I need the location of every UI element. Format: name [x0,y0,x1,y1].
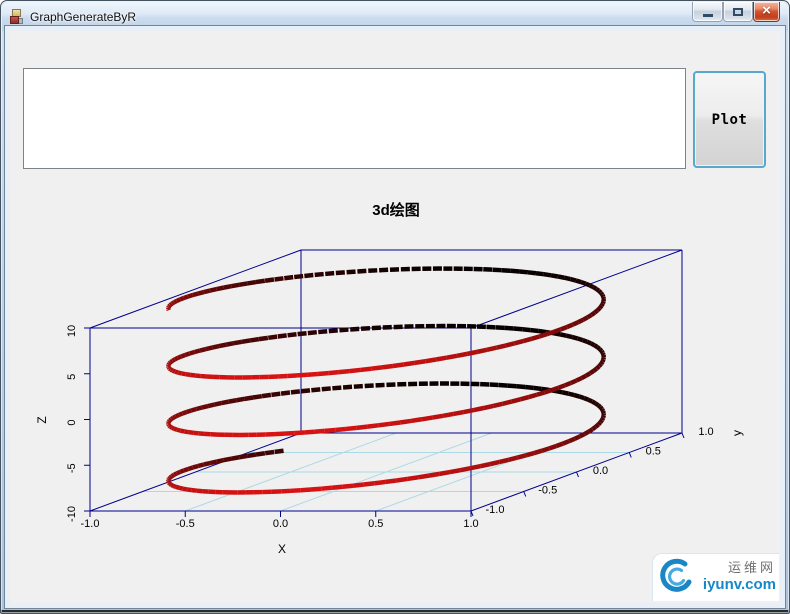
svg-text:5: 5 [66,374,78,380]
window-controls: × [692,2,780,22]
svg-text:0.5: 0.5 [368,518,383,530]
svg-text:y: y [730,430,744,436]
svg-text:0.5: 0.5 [646,446,661,458]
svg-text:1.0: 1.0 [463,518,478,530]
svg-text:10: 10 [66,325,78,337]
close-button[interactable]: × [753,2,780,22]
app-icon [9,8,24,26]
svg-text:0.0: 0.0 [593,465,608,477]
watermark-texts: 运维网 iyunv.com [695,560,776,594]
svg-text:X: X [278,542,286,556]
svg-text:-1.0: -1.0 [486,504,505,516]
titlebar[interactable]: GraphGenerateByR × [2,2,788,31]
watermark: 运维网 iyunv.com [652,553,779,601]
svg-text:-10: -10 [66,506,78,522]
svg-text:-0.5: -0.5 [176,518,195,530]
svg-text:-1.0: -1.0 [81,518,100,530]
maximize-icon [733,7,743,16]
window-title: GraphGenerateByR [30,9,137,24]
minimize-icon [702,14,713,17]
svg-text:1.0: 1.0 [698,426,713,438]
app-window: GraphGenerateByR × -1.0 -0.5 0.0 0.5 1.0 -10-… [0,0,790,614]
svg-text:-0.5: -0.5 [538,485,557,497]
svg-text:0.0: 0.0 [273,518,288,530]
watermark-site-name: 运维网 [727,560,776,576]
svg-text:Z: Z [35,416,49,423]
close-icon: × [762,2,771,19]
minimize-button[interactable] [692,2,723,22]
maximize-button[interactable] [723,2,753,22]
svg-text:0: 0 [66,419,78,425]
watermark-site-url: iyunv.com [702,576,776,594]
command-input[interactable] [23,68,686,169]
iyunv-logo-icon [660,558,692,592]
svg-text:-5: -5 [66,463,78,473]
client-area: -1.0 -0.5 0.0 0.5 1.0 -10 -5 0 5 10 -1.0 -0.5 0.0 0.5… [10,31,780,603]
chart-title: 3d绘图 [372,202,420,219]
plot-button[interactable]: Plot [693,71,766,168]
